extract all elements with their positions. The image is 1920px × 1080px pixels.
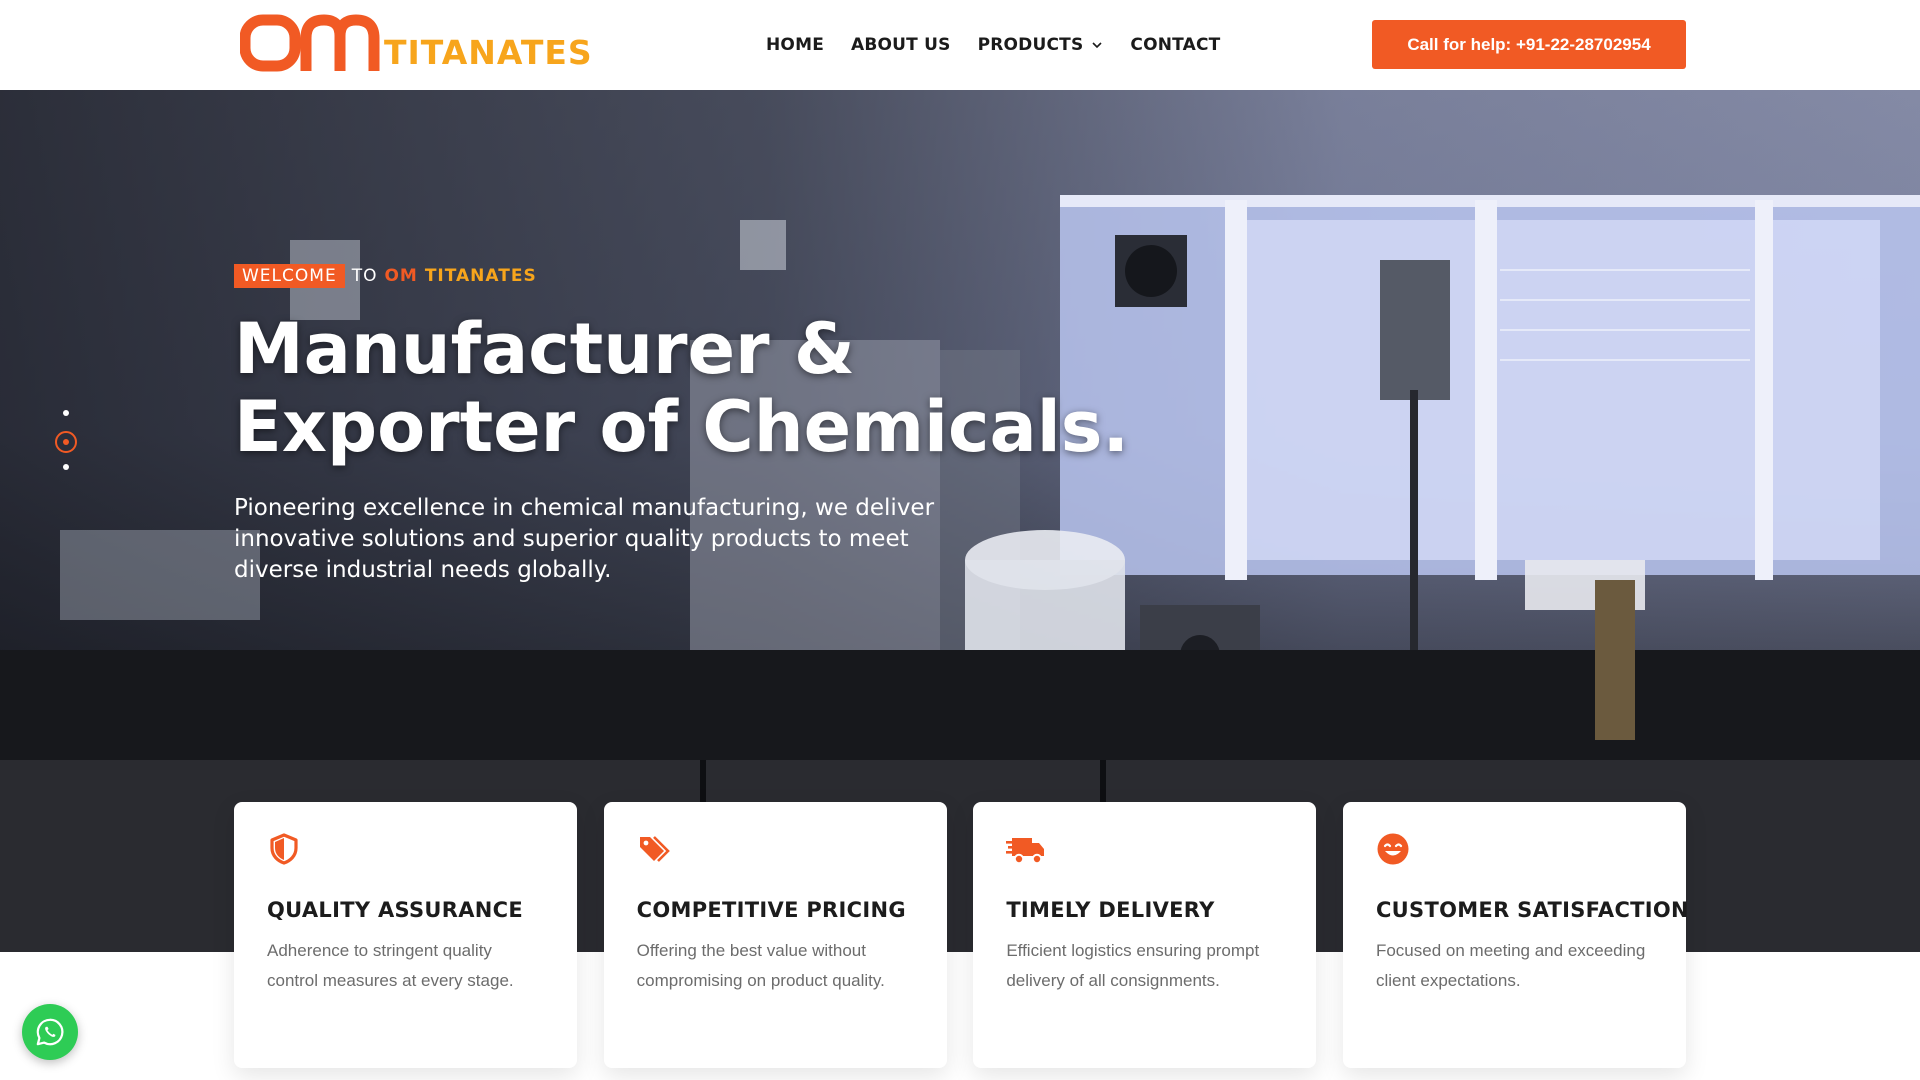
- slide-dot-3[interactable]: [63, 464, 69, 470]
- call-for-help-button[interactable]: Call for help: +91-22-28702954: [1372, 20, 1686, 69]
- nav-home-label: HOME: [766, 35, 825, 55]
- whatsapp-icon: [36, 1018, 64, 1046]
- smile-icon: [1377, 833, 1409, 865]
- hero-title-line-1: Manufacturer &: [234, 308, 855, 390]
- feature-cards: QUALITY ASSURANCE Adherence to stringent…: [234, 802, 1689, 1068]
- feature-title: TIMELY DELIVERY: [1006, 898, 1215, 922]
- feature-card-timely-delivery: TIMELY DELIVERY Efficient logistics ensu…: [973, 802, 1317, 1068]
- welcome-badge: WELCOME: [234, 264, 345, 288]
- shield-icon: [270, 833, 298, 865]
- nav-products[interactable]: PRODUCTS: [978, 35, 1104, 55]
- feature-text: Offering the best value without compromi…: [636, 941, 885, 990]
- delivery-truck-icon: [1006, 838, 1045, 865]
- hero-subtitle: Pioneering excellence in chemical manufa…: [234, 495, 935, 583]
- slide-dot-1[interactable]: [63, 410, 69, 416]
- kicker-to: TO: [351, 266, 378, 286]
- site-header: OM TITANATES HOME ABOUT US PRODUCTS CONT…: [0, 0, 1920, 90]
- feature-text: Efficient logistics ensuring prompt deli…: [1006, 941, 1260, 990]
- feature-title: QUALITY ASSURANCE: [267, 898, 524, 922]
- feature-title: COMPETITIVE PRICING: [636, 898, 906, 922]
- nav-contact[interactable]: CONTACT: [1130, 35, 1220, 55]
- chevron-down-icon: [1092, 42, 1102, 49]
- hero-title-line-2: Exporter of Chemicals.: [234, 386, 1130, 468]
- om-titanates-logo[interactable]: OM TITANATES: [240, 14, 610, 74]
- kicker-titanates: TITANATES: [424, 266, 537, 286]
- nav-about-us[interactable]: ABOUT US: [851, 35, 951, 55]
- hero-kicker: WELCOME TO OM TITANATES: [234, 264, 537, 288]
- slider-pagination: [55, 410, 77, 470]
- whatsapp-chat-button[interactable]: [22, 1004, 78, 1060]
- logo-wordmark: TITANATES: [384, 33, 593, 72]
- main-nav: HOME ABOUT US PRODUCTS CONTACT: [766, 0, 1220, 90]
- feature-title: CUSTOMER SATISFACTION: [1375, 898, 1689, 922]
- feature-card-customer-satisfaction: CUSTOMER SATISFACTION Focused on meeting…: [1342, 802, 1689, 1068]
- price-tag-icon: [639, 836, 670, 862]
- feature-card-quality-assurance: QUALITY ASSURANCE Adherence to stringent…: [234, 802, 577, 1068]
- nav-home[interactable]: HOME: [766, 35, 824, 55]
- kicker-om: OM: [384, 266, 418, 286]
- feature-text: Adherence to stringent quality control m…: [267, 941, 514, 990]
- nav-products-label: PRODUCTS: [977, 35, 1084, 55]
- hero-title: Manufacturer & Exporter of Chemicals.: [234, 310, 1134, 466]
- feature-card-competitive-pricing: COMPETITIVE PRICING Offering the best va…: [603, 802, 947, 1068]
- slide-dot-2-active[interactable]: [55, 431, 77, 453]
- nav-contact-label: CONTACT: [1130, 35, 1221, 55]
- feature-text: Focused on meeting and exceeding client …: [1375, 941, 1646, 990]
- nav-about-us-label: ABOUT US: [851, 35, 951, 55]
